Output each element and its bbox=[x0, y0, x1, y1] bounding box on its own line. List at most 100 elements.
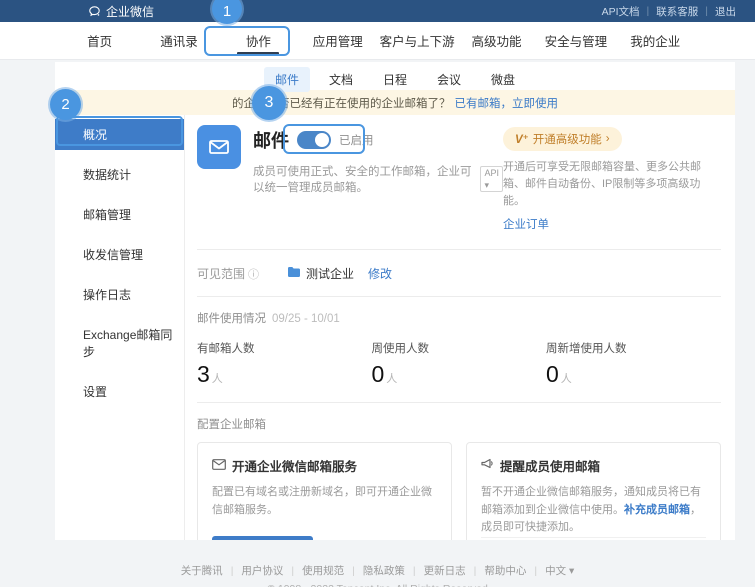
caret-down-icon: ▾ bbox=[569, 565, 574, 577]
usage-title: 邮件使用情况 bbox=[197, 313, 266, 325]
stat-unit: 人 bbox=[212, 373, 223, 385]
overview-content: 邮件 已启用 成员可使用正式、安全的工作邮箱，企业可以统一管理成员邮箱。 API… bbox=[185, 115, 735, 540]
logout-link[interactable]: 退出 bbox=[708, 4, 743, 19]
scope-company-name: 测试企业 bbox=[306, 265, 354, 282]
feature-description: 成员可使用正式、安全的工作邮箱，企业可以统一管理成员邮箱。 bbox=[253, 163, 474, 195]
footer-help-center-link[interactable]: 帮助中心 bbox=[476, 563, 534, 578]
nav-security[interactable]: 安全与管理 bbox=[536, 22, 615, 59]
nav-advanced-features[interactable]: 高级功能 bbox=[457, 22, 536, 59]
topbar: 企业微信 API文档 | 联系客服 | 退出 bbox=[0, 0, 755, 22]
stat-label: 周新增使用人数 bbox=[546, 340, 720, 356]
collab-subtabs: 邮件 文档 日程 会议 微盘 bbox=[55, 62, 735, 90]
envelope-icon bbox=[212, 459, 226, 473]
premium-button-label: 开通高级功能 bbox=[533, 131, 602, 147]
company-has-website-button[interactable]: 企业已有官网 bbox=[212, 536, 313, 540]
nav-my-company[interactable]: 我的企业 bbox=[616, 22, 695, 59]
stat-weekly-users: 周使用人数 0人 bbox=[371, 340, 545, 388]
email-enabled-toggle[interactable] bbox=[297, 131, 331, 149]
sidebar-item-operation-log[interactable]: 操作日志 bbox=[55, 279, 184, 310]
page-footer: 关于腾讯| 用户协议| 使用规范| 隐私政策| 更新日志| 帮助中心| 中文 ▾… bbox=[0, 550, 755, 587]
contact-support-link[interactable]: 联系客服 bbox=[649, 4, 705, 19]
api-dropdown-tag[interactable]: API ▾ bbox=[480, 166, 503, 192]
visible-scope-row: 可见范围 ⓘ 测试企业 修改 bbox=[197, 250, 721, 297]
upgrade-premium-button[interactable]: V⁺ 开通高级功能 › bbox=[503, 127, 622, 151]
scope-label: 可见范围 bbox=[197, 265, 245, 282]
notice-text: 的企业是否已经有正在使用的企业邮箱了？ bbox=[232, 95, 451, 111]
footer-privacy-link[interactable]: 隐私政策 bbox=[355, 563, 413, 578]
footer-changelog-link[interactable]: 更新日志 bbox=[416, 563, 474, 578]
stat-unit: 人 bbox=[386, 373, 397, 385]
configure-mailbox-section: 配置企业邮箱 开通企业微信邮箱服务 配置已有域名或注册新域名，即可开通企业微信邮… bbox=[197, 403, 721, 540]
stat-unit: 人 bbox=[561, 373, 572, 385]
usage-period: 09/25 - 10/01 bbox=[272, 313, 340, 325]
vip-icon: V⁺ bbox=[515, 132, 529, 146]
card-description: 配置已有域名或注册新域名，即可开通企业微信邮箱服务。 bbox=[212, 484, 437, 519]
mail-usage-section: 邮件使用情况09/25 - 10/01 有邮箱人数 3人 周使用人数 0人 周新… bbox=[197, 297, 721, 403]
sidebar-item-send-receive[interactable]: 收发信管理 bbox=[55, 239, 184, 270]
nav-contacts[interactable]: 通讯录 bbox=[139, 22, 218, 59]
page-title: 邮件 bbox=[253, 127, 289, 153]
sidebar-item-overview[interactable]: 概况 bbox=[55, 119, 184, 150]
mail-app-icon bbox=[197, 125, 241, 169]
nav-collaboration[interactable]: 协作 bbox=[219, 22, 298, 59]
card-title: 开通企业微信邮箱服务 bbox=[232, 456, 357, 475]
stat-label: 有邮箱人数 bbox=[197, 340, 371, 356]
stat-label: 周使用人数 bbox=[371, 340, 545, 356]
copyright-text: © 1998 - 2023 Tencent Inc. All Rights Re… bbox=[0, 583, 755, 587]
mail-feature-header: 邮件 已启用 成员可使用正式、安全的工作邮箱，企业可以统一管理成员邮箱。 API… bbox=[197, 125, 721, 250]
subtab-drive[interactable]: 微盘 bbox=[480, 67, 526, 92]
toggle-knob bbox=[315, 133, 329, 147]
footer-user-agreement-link[interactable]: 用户协议 bbox=[233, 563, 291, 578]
nav-customers[interactable]: 客户与上下游 bbox=[378, 22, 457, 59]
megaphone-icon bbox=[481, 458, 494, 473]
premium-panel: V⁺ 开通高级功能 › 开通后可享受无限邮箱容量、更多公共邮箱、邮件自动备份、I… bbox=[503, 125, 721, 233]
scope-value: 测试企业 bbox=[287, 265, 354, 282]
nav-collaboration-label: 协作 bbox=[246, 31, 271, 50]
stat-value: 0 bbox=[546, 361, 559, 387]
card-title: 提醒成员使用邮箱 bbox=[500, 456, 600, 475]
sidebar-item-statistics[interactable]: 数据统计 bbox=[55, 159, 184, 190]
premium-description: 开通后可享受无限邮箱容量、更多公共邮箱、邮件自动备份、IP限制等多项高级功能。 bbox=[503, 159, 721, 210]
remind-members-card: 提醒成员使用邮箱 暂不开通企业微信邮箱服务，通知成员将已有邮箱添加到企业微信中使… bbox=[466, 442, 721, 540]
enterprise-order-link[interactable]: 企业订单 bbox=[503, 216, 549, 232]
active-tab-underline bbox=[237, 52, 279, 55]
supplement-member-mailbox-link[interactable]: 补充成员邮箱 bbox=[624, 504, 690, 516]
use-existing-mailbox-link[interactable]: 已有邮箱，立即使用 bbox=[455, 95, 559, 111]
nav-app-management[interactable]: 应用管理 bbox=[298, 22, 377, 59]
brand-name: 企业微信 bbox=[106, 3, 154, 20]
toggle-state-label: 已启用 bbox=[339, 132, 374, 148]
footer-usage-guideline-link[interactable]: 使用规范 bbox=[294, 563, 352, 578]
stat-mailbox-users: 有邮箱人数 3人 bbox=[197, 340, 371, 388]
stat-weekly-new-users: 周新增使用人数 0人 bbox=[546, 340, 720, 388]
mail-sidebar: 概况 数据统计 邮箱管理 收发信管理 操作日志 Exchange邮箱同步 设置 bbox=[55, 115, 185, 540]
open-wecom-mail-card: 开通企业微信邮箱服务 配置已有域名或注册新域名，即可开通企业微信邮箱服务。 企业… bbox=[197, 442, 452, 540]
main-card: 邮件 文档 日程 会议 微盘 的企业是否已经有正在使用的企业邮箱了？ 已有邮箱，… bbox=[55, 62, 735, 540]
sidebar-item-settings[interactable]: 设置 bbox=[55, 376, 184, 407]
sidebar-item-mailbox-management[interactable]: 邮箱管理 bbox=[55, 199, 184, 230]
caret-down-icon: ▾ bbox=[484, 180, 489, 190]
stat-value: 0 bbox=[371, 361, 384, 387]
wecom-logo-icon bbox=[88, 5, 101, 18]
subtab-meeting[interactable]: 会议 bbox=[426, 67, 472, 92]
edit-scope-link[interactable]: 修改 bbox=[368, 265, 392, 282]
nav-home[interactable]: 首页 bbox=[60, 22, 139, 59]
api-docs-link[interactable]: API文档 bbox=[595, 4, 647, 19]
sidebar-item-exchange-sync[interactable]: Exchange邮箱同步 bbox=[55, 319, 184, 367]
subtab-docs[interactable]: 文档 bbox=[318, 67, 364, 92]
footer-about-link[interactable]: 关于腾讯 bbox=[173, 563, 231, 578]
info-icon: ⓘ bbox=[248, 266, 259, 282]
language-label: 中文 bbox=[545, 565, 566, 577]
page-body: 邮件 文档 日程 会议 微盘 的企业是否已经有正在使用的企业邮箱了？ 已有邮箱，… bbox=[0, 60, 755, 587]
subtab-mail[interactable]: 邮件 bbox=[264, 67, 310, 92]
existing-mailbox-notice: 的企业是否已经有正在使用的企业邮箱了？ 已有邮箱，立即使用 bbox=[55, 90, 735, 115]
wecom-brand: 企业微信 bbox=[88, 3, 154, 20]
subtab-calendar[interactable]: 日程 bbox=[372, 67, 418, 92]
language-selector[interactable]: 中文 ▾ bbox=[537, 563, 582, 578]
stat-value: 3 bbox=[197, 361, 210, 387]
main-nav: 首页 通讯录 协作 应用管理 客户与上下游 高级功能 安全与管理 我的企业 bbox=[0, 22, 755, 60]
api-tag-label: API bbox=[484, 168, 499, 178]
configure-mailbox-title: 配置企业邮箱 bbox=[197, 416, 721, 432]
folder-icon bbox=[287, 266, 301, 281]
arrow-right-icon: › bbox=[606, 133, 610, 145]
topbar-links: API文档 | 联系客服 | 退出 bbox=[595, 4, 743, 19]
